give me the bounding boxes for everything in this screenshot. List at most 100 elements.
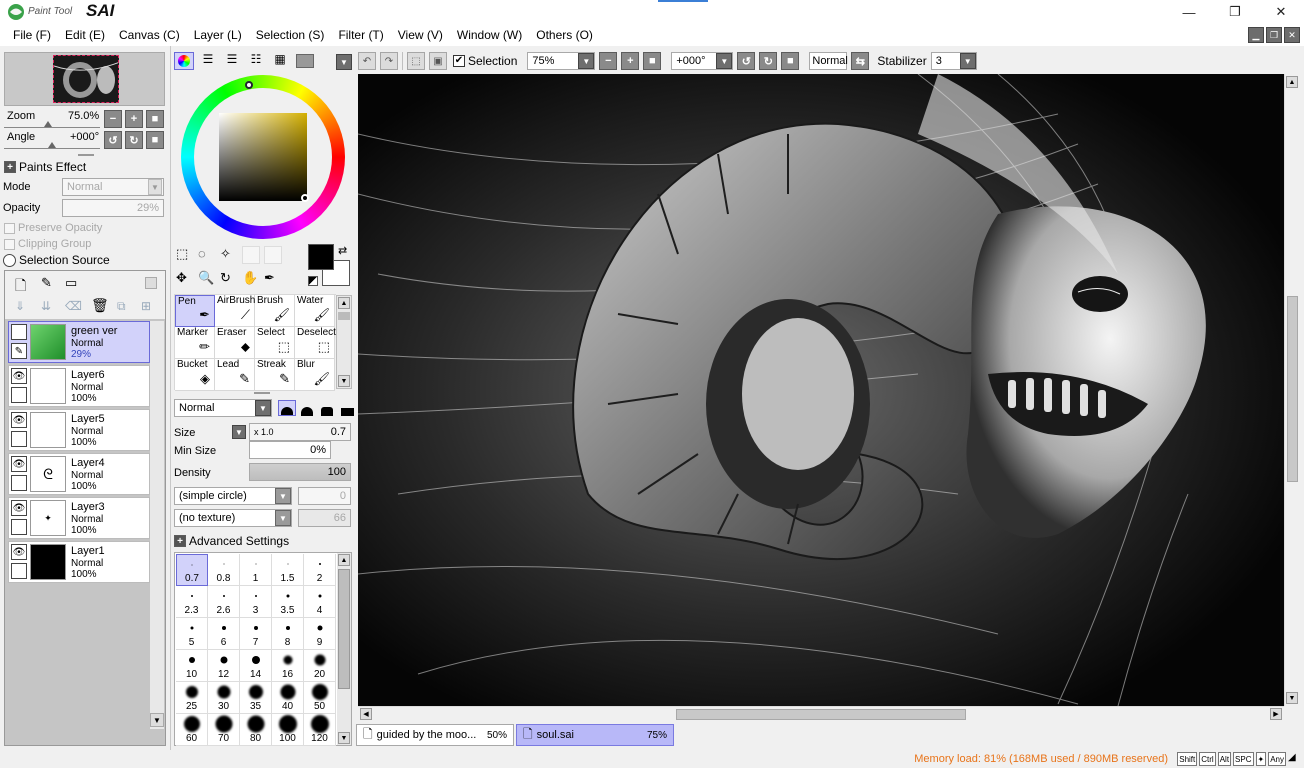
scroll-down-button[interactable]: ▼ [338, 375, 350, 387]
zoom-select[interactable]: 75% ▼ [527, 52, 596, 70]
brush-size-cell[interactable]: 12 [208, 650, 240, 682]
navigator-preview[interactable] [4, 52, 165, 106]
close-button[interactable]: ✕ [1258, 0, 1304, 24]
foreground-color-swatch[interactable] [308, 244, 334, 270]
lock-checkbox[interactable] [11, 563, 27, 579]
scroll-left-button[interactable]: ◀ [360, 708, 372, 720]
vertical-scroll-thumb[interactable] [1287, 296, 1298, 482]
vertical-scrollbar[interactable]: ▲ ▼ [1284, 74, 1300, 706]
selection-toggle[interactable]: ✔ Selection [453, 54, 517, 68]
menu-window[interactable]: Window (W) [450, 24, 529, 46]
min-size-slider[interactable]: 0% [249, 441, 331, 459]
size-mult-chevron-icon[interactable]: ▼ [232, 425, 246, 439]
brush-size-cell[interactable]: 1 [240, 554, 272, 586]
tool-marker[interactable]: Marker ✏ [175, 327, 215, 359]
scroll-down-button[interactable]: ▼ [338, 732, 350, 744]
rotate-left-button[interactable]: ↺ [104, 131, 122, 149]
tool-pen[interactable]: Pen ✒ [175, 295, 215, 327]
layer-row[interactable]: 👁 ✦ Layer3 Normal 100% [8, 497, 150, 539]
canvas-rotate-right-button[interactable]: ↻ [759, 52, 778, 70]
move-icon[interactable]: ✥ [176, 270, 198, 286]
mdi-restore-button[interactable]: ❐ [1266, 27, 1282, 43]
scroll-up-button[interactable]: ▲ [338, 554, 350, 566]
brush-size-cell[interactable]: 40 [272, 682, 304, 714]
menu-filter[interactable]: Filter (T) [331, 24, 390, 46]
trash-icon[interactable]: 🗑 [91, 297, 109, 314]
flip-canvas-button[interactable]: ⇆ [851, 52, 870, 70]
panel-splitter[interactable] [78, 154, 94, 156]
rect-select-icon[interactable]: ⬚ [176, 246, 198, 264]
zoom-in-button[interactable]: + [125, 110, 143, 128]
edge-soft-icon[interactable] [318, 400, 336, 416]
brush-size-cell[interactable]: 120 [304, 714, 336, 746]
rotate-icon[interactable]: ↻ [220, 270, 242, 286]
brush-size-cell[interactable]: 7 [240, 618, 272, 650]
minimize-button[interactable]: — [1166, 0, 1212, 24]
tool-deselect[interactable]: Deselect ⬚ [295, 327, 336, 359]
horizontal-scrollbar[interactable]: ◀ ▶ [358, 706, 1284, 722]
rotate-right-button[interactable]: ↻ [125, 131, 143, 149]
menu-view[interactable]: View (V) [391, 24, 450, 46]
density-slider[interactable]: 100 [249, 463, 351, 481]
angle-select[interactable]: +000° ▼ [671, 52, 734, 70]
rgb-slider-tab[interactable]: ☰ [198, 52, 218, 70]
brush-size-cell[interactable]: 30 [208, 682, 240, 714]
saturation-value-square[interactable] [219, 113, 307, 201]
selection-source-radio[interactable]: Selection Source [3, 253, 110, 267]
merge-visible-icon[interactable]: ⧉ [117, 299, 126, 314]
angle-slider-thumb[interactable] [48, 142, 56, 148]
zoom-out-button[interactable]: − [104, 110, 122, 128]
new-layer-icon[interactable]: 🗋 [15, 275, 26, 299]
canvas-zoom-reset-button[interactable]: ■ [643, 52, 662, 70]
brush-size-cell[interactable]: 0.8 [208, 554, 240, 586]
flatten-icon[interactable]: ⊞ [141, 299, 151, 313]
scroll-down-button[interactable]: ▼ [150, 713, 164, 727]
eye-icon[interactable]: 👁 [11, 412, 27, 428]
swatch-tab[interactable]: ☷ [246, 52, 266, 70]
resize-grip-icon[interactable]: ◢ [1288, 752, 1300, 766]
eye-icon[interactable]: 👁 [11, 500, 27, 516]
menu-file[interactable]: File (F) [6, 24, 58, 46]
layer-row[interactable]: ✎ green ver Normal 29% [8, 321, 150, 363]
visibility-toggle[interactable] [11, 324, 27, 340]
layer-row[interactable]: 👁 ᘓ Layer4 Normal 100% [8, 453, 150, 495]
hue-marker[interactable] [245, 81, 253, 89]
brush-size-cell[interactable]: 5 [176, 618, 208, 650]
brush-size-cell[interactable]: 60 [176, 714, 208, 746]
layer-row[interactable]: 👁 Layer5 Normal 100% [8, 409, 150, 451]
brush-size-cell[interactable]: 10 [176, 650, 208, 682]
brush-shape-strength[interactable]: 0 [298, 487, 351, 505]
menu-canvas[interactable]: Canvas (C) [112, 24, 187, 46]
brush-size-cell[interactable]: 2 [304, 554, 336, 586]
brush-shape-select[interactable]: (simple circle) ▼ [174, 487, 292, 505]
menu-edit[interactable]: Edit (E) [58, 24, 112, 46]
view-mode-select[interactable]: Normal [809, 52, 848, 70]
scroll-up-button[interactable]: ▲ [1286, 76, 1298, 88]
brush-size-cell[interactable]: 80 [240, 714, 272, 746]
layer-mode-select[interactable]: Normal ▼ [62, 178, 164, 196]
paints-effect-header[interactable]: + Paints Effect [4, 160, 86, 174]
brush-size-cell[interactable]: 2.3 [176, 586, 208, 618]
scratchpad-tab[interactable]: ▦ [270, 52, 290, 70]
hsv-slider-tab[interactable]: ☰ [222, 52, 242, 70]
invert-selection-button[interactable]: ▣ [429, 52, 447, 70]
transfer-down-icon[interactable]: ⇓ [15, 299, 25, 313]
edge-hard-icon[interactable] [278, 400, 296, 416]
mdi-minimize-button[interactable]: ▁ [1248, 27, 1264, 43]
panel-menu-chevron-icon[interactable]: ▼ [336, 54, 352, 70]
scroll-right-button[interactable]: ▶ [1270, 708, 1282, 720]
layer-scrollbar[interactable] [150, 321, 164, 729]
brush-size-cell[interactable]: 1.5 [272, 554, 304, 586]
zoom-slider-thumb[interactable] [44, 121, 52, 127]
rotate-reset-button[interactable]: ■ [146, 131, 164, 149]
document-tab-active[interactable]: 🗋 soul.sai 75% [516, 724, 674, 746]
reset-colors-icon[interactable] [308, 276, 318, 286]
menu-layer[interactable]: Layer (L) [187, 24, 249, 46]
canvas-zoom-in-button[interactable]: + [621, 52, 640, 70]
tool-eraser[interactable]: Eraser ⬥ [215, 327, 255, 359]
brush-size-cell[interactable]: 14 [240, 650, 272, 682]
tool-grid-scrollbar[interactable]: ▲ ▼ [336, 295, 352, 389]
brush-size-cell[interactable]: 8 [272, 618, 304, 650]
tool-blur[interactable]: Blur 🖌 [295, 359, 335, 391]
brush-size-cell[interactable]: 6 [208, 618, 240, 650]
